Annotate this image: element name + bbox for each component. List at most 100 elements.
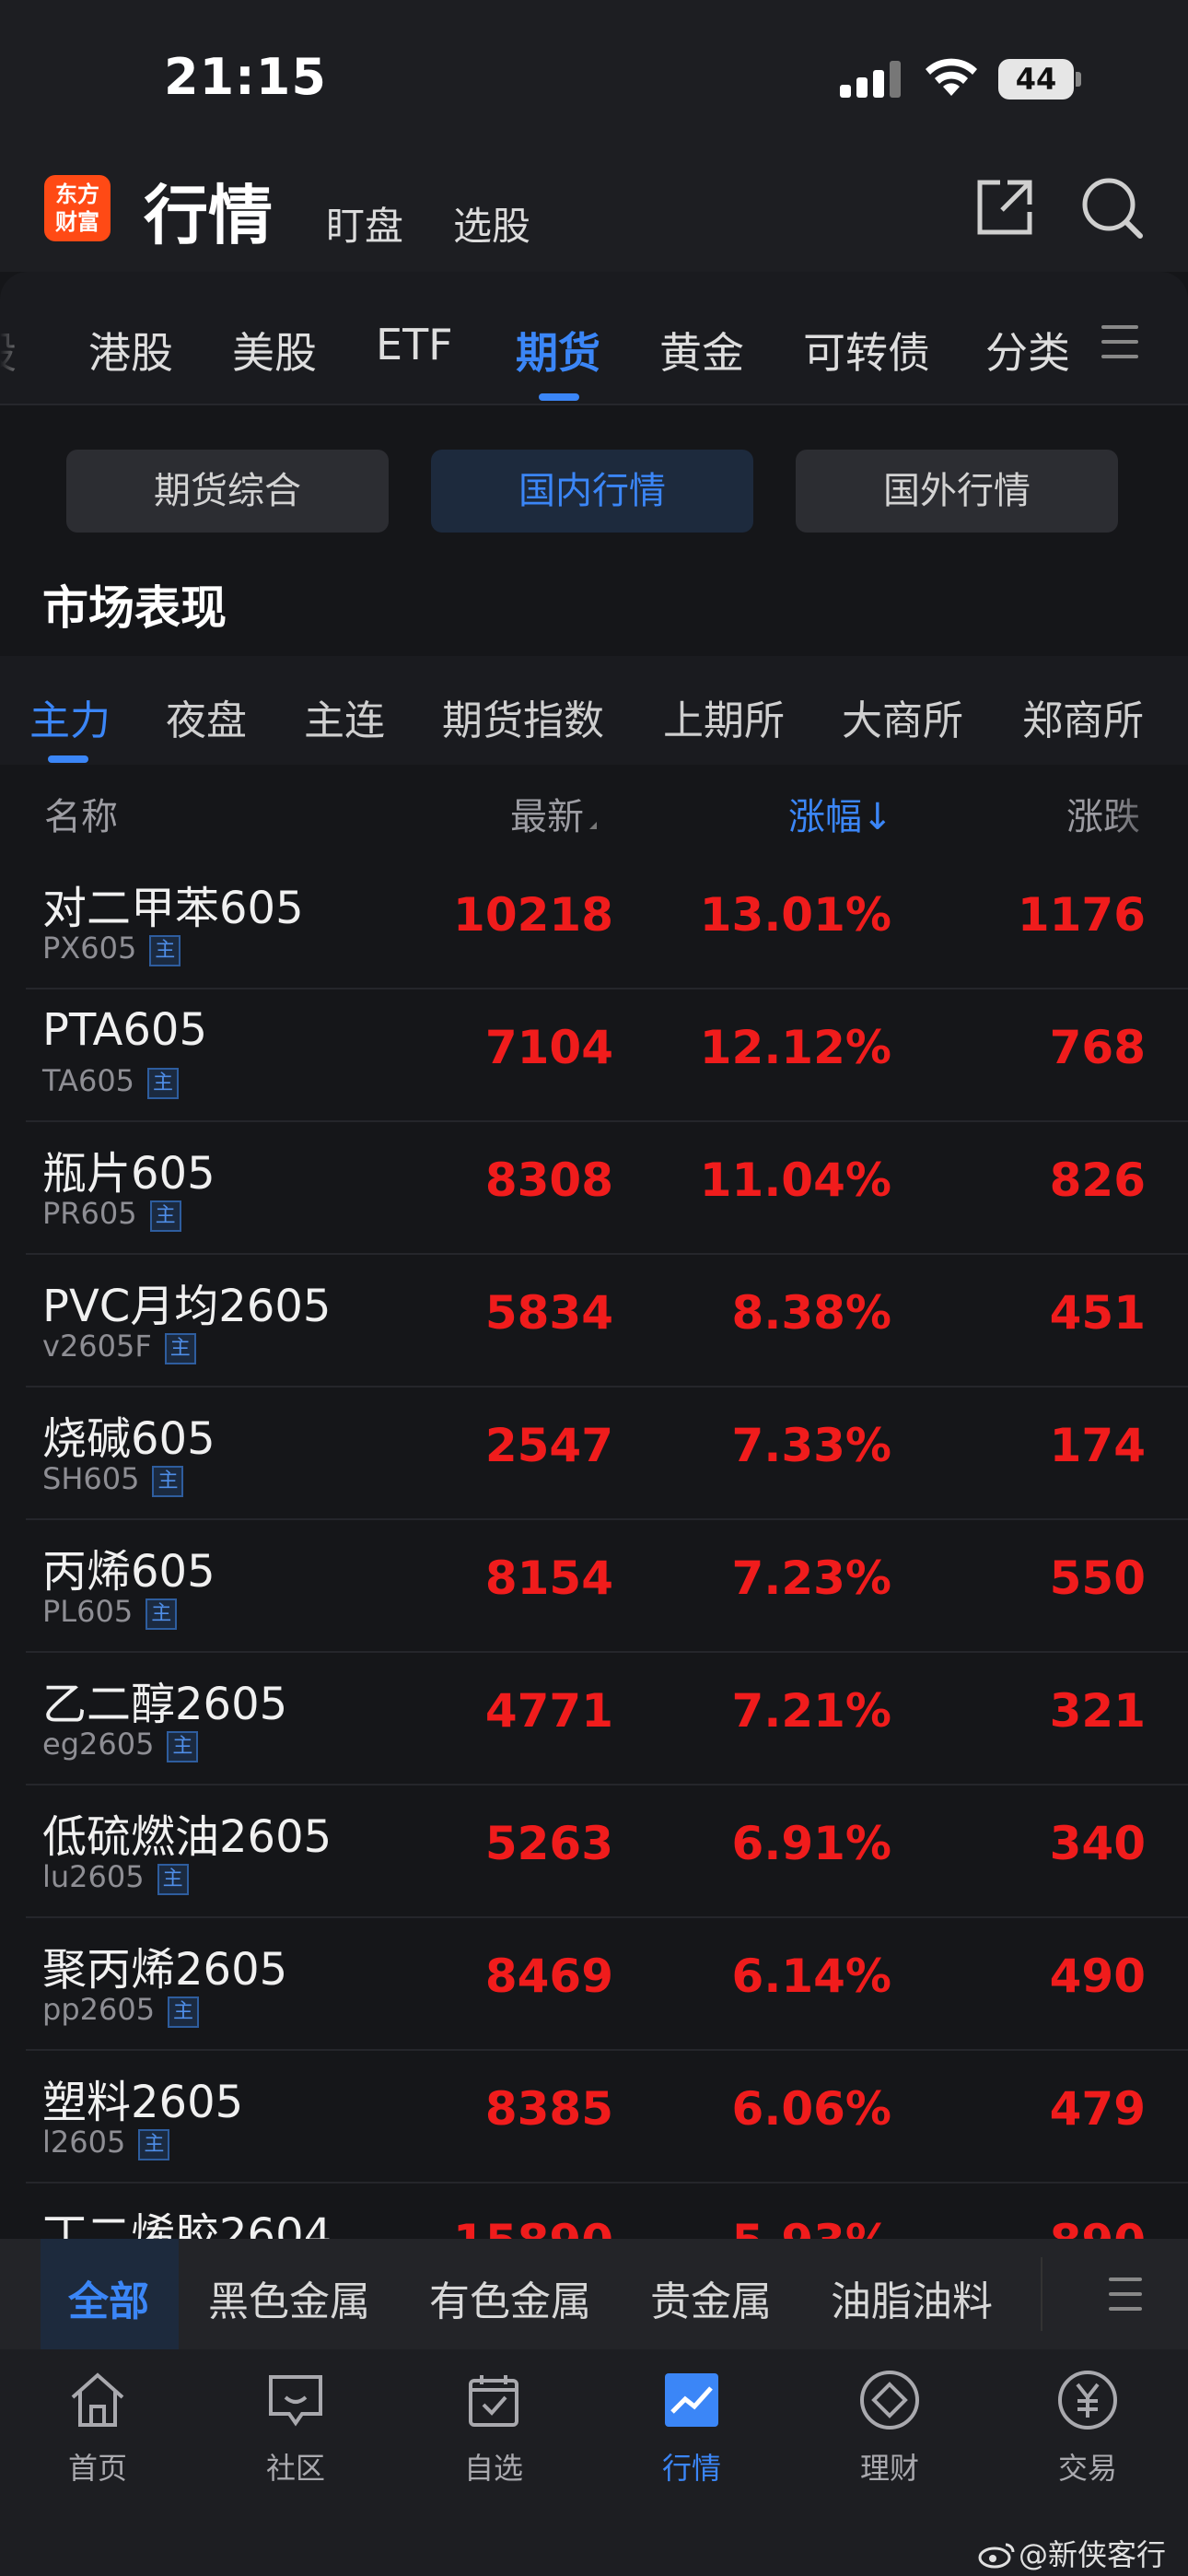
main-contract-badge: 主 — [138, 2129, 170, 2160]
share-icon[interactable] — [974, 177, 1035, 238]
filter-tab-czce[interactable]: 郑商所 — [1022, 687, 1144, 746]
latest-price: 4771 — [484, 1684, 613, 1738]
latest-price: 7104 — [484, 1021, 613, 1074]
filter-tab-dce[interactable]: 大商所 — [842, 687, 963, 746]
watermark: @新侠客行 — [978, 2532, 1166, 2574]
latest-price: 5834 — [484, 1286, 613, 1340]
community-icon — [269, 2375, 322, 2427]
contract-code: PL605 主 — [42, 1594, 178, 1630]
category-ferrous[interactable]: 黑色金属 — [208, 2268, 370, 2327]
main-contract-badge: 主 — [149, 935, 181, 966]
tab-gold[interactable]: 黄金 — [659, 320, 744, 381]
latest-price: 2547 — [484, 1419, 613, 1472]
category-nonferrous[interactable]: 有色金属 — [429, 2268, 591, 2327]
pct-change: 7.21% — [731, 1684, 891, 1738]
contract-name: 丁二烯胶2604 — [42, 2209, 332, 2239]
active-tab-indicator — [539, 393, 579, 401]
tab-us-stocks[interactable]: 美股 — [232, 320, 317, 381]
tab-futures[interactable]: 期货 — [516, 320, 600, 381]
nav-watchlist[interactable]: 自选 — [420, 2368, 567, 2488]
pct-change: 11.04% — [699, 1153, 891, 1207]
category-bar: 全部 黑色金属 有色金属 贵金属 油脂油料 — [0, 2239, 1188, 2349]
tab-categories[interactable]: 分类 — [985, 320, 1070, 381]
contract-name: 塑料2605 — [42, 2077, 244, 2128]
category-all[interactable]: 全部 — [68, 2268, 149, 2327]
segment-futures-overview[interactable]: 期货综合 — [66, 450, 389, 533]
table-row[interactable]: PVC月均2605 v2605F 主 5834 8.38% 451 — [26, 1255, 1188, 1388]
latest-price: 8154 — [484, 1551, 613, 1605]
contract-name: 乙二醇2605 — [42, 1679, 288, 1730]
tab-menu-icon[interactable] — [1101, 325, 1138, 358]
pct-change: 8.38% — [731, 1286, 891, 1340]
filter-tab-index[interactable]: 期货指数 — [442, 687, 604, 746]
category-oilseeds[interactable]: 油脂油料 — [831, 2268, 993, 2327]
filter-tab-continuous[interactable]: 主连 — [304, 687, 385, 746]
table-row[interactable]: 丁二烯胶2604 15890 5.93% 890 — [26, 2184, 1188, 2239]
filter-tab-shfe[interactable]: 上期所 — [663, 687, 785, 746]
quote-list[interactable]: 对二甲苯605 PX605 主 10218 13.01% 1176 PTA605 TA605 主… — [0, 857, 1188, 2239]
tab-etf[interactable]: ETF — [376, 320, 453, 369]
pct-change: 7.33% — [731, 1419, 891, 1472]
price-change: 174 — [1049, 1419, 1146, 1472]
price-change: 451 — [1049, 1286, 1146, 1340]
pct-change: 6.91% — [731, 1817, 891, 1870]
column-pct-change[interactable]: 涨幅↓ — [788, 787, 893, 840]
filter-tab-main[interactable]: 主力 — [29, 687, 111, 746]
wealth-icon — [860, 2371, 919, 2430]
price-change: 890 — [1050, 2215, 1146, 2239]
weibo-icon — [978, 2543, 1015, 2569]
app-logo[interactable]: 东方 财富 — [44, 175, 111, 241]
main-contract-badge: 主 — [146, 1598, 178, 1630]
nav-market[interactable]: 行情 — [618, 2368, 765, 2488]
price-change: 479 — [1049, 2082, 1146, 2136]
price-change: 490 — [1049, 1950, 1146, 2003]
contract-name: 瓶片605 — [42, 1148, 215, 1200]
pct-change: 5.93% — [732, 2215, 891, 2239]
table-row[interactable]: 丙烯605 PL605 主 8154 7.23% 550 — [26, 1520, 1188, 1653]
table-row[interactable]: 烧碱605 SH605 主 2547 7.33% 174 — [26, 1388, 1188, 1520]
search-icon[interactable] — [1079, 175, 1144, 240]
futures-segment-bar: 期货综合 国内行情 国外行情 — [0, 405, 1188, 562]
table-row[interactable]: 乙二醇2605 eg2605 主 4771 7.21% 321 — [26, 1653, 1188, 1786]
filter-tab-bar: 主力 夜盘 主连 期货指数 上期所 大商所 郑商所 — [0, 656, 1188, 765]
contract-name: PTA605 — [42, 1004, 207, 1056]
column-latest[interactable]: 最新 — [510, 787, 597, 840]
watch-link[interactable]: 盯盘 — [326, 195, 403, 252]
category-menu-icon[interactable] — [1109, 2277, 1142, 2311]
contract-name: 对二甲苯605 — [42, 883, 304, 934]
pct-change: 13.01% — [699, 888, 891, 942]
pct-change: 6.06% — [731, 2082, 891, 2136]
category-precious[interactable]: 贵金属 — [650, 2268, 772, 2327]
filter-tab-night[interactable]: 夜盘 — [166, 687, 247, 746]
tab-hk-stocks[interactable]: 港股 — [88, 320, 173, 381]
price-change: 1176 — [1017, 888, 1146, 942]
latest-price: 5263 — [484, 1817, 613, 1870]
nav-wealth[interactable]: 理财 — [816, 2368, 963, 2488]
price-change: 768 — [1049, 1021, 1146, 1074]
table-row[interactable]: 塑料2605 l2605 主 8385 6.06% 479 — [26, 2051, 1188, 2184]
stock-picker-link[interactable]: 选股 — [453, 195, 530, 252]
contract-code: PX605 主 — [42, 931, 181, 966]
nav-community[interactable]: 社区 — [222, 2368, 369, 2488]
segment-overseas[interactable]: 国外行情 — [796, 450, 1118, 533]
segment-domestic[interactable]: 国内行情 — [431, 450, 753, 533]
home-icon — [71, 2372, 124, 2427]
nav-trade[interactable]: 交易 — [1014, 2368, 1161, 2488]
latest-price: 10218 — [453, 888, 613, 942]
table-row[interactable]: PTA605 TA605 主 7104 12.12% 768 — [26, 989, 1188, 1122]
latest-price: 8469 — [484, 1950, 613, 2003]
nav-home[interactable]: 首页 — [24, 2368, 171, 2488]
contract-code: v2605F 主 — [42, 1329, 196, 1364]
table-row[interactable]: 聚丙烯2605 pp2605 主 8469 6.14% 490 — [26, 1918, 1188, 2051]
tab-convertible-bonds[interactable]: 可转债 — [803, 320, 930, 381]
table-row[interactable]: 瓶片605 PR605 主 8308 11.04% 826 — [26, 1122, 1188, 1255]
contract-name: 低硫燃油2605 — [42, 1811, 332, 1863]
table-row[interactable]: 低硫燃油2605 lu2605 主 5263 6.91% 340 — [26, 1786, 1188, 1918]
table-header: 名称 最新 涨幅↓ 涨跌 — [0, 765, 1188, 857]
section-title: 市场表现 — [42, 581, 227, 635]
table-row[interactable]: 对二甲苯605 PX605 主 10218 13.01% 1176 — [26, 857, 1188, 989]
contract-code: lu2605 主 — [42, 1859, 189, 1895]
main-contract-badge: 主 — [164, 1333, 196, 1364]
active-filter-indicator — [48, 755, 88, 763]
price-change: 340 — [1049, 1817, 1146, 1870]
